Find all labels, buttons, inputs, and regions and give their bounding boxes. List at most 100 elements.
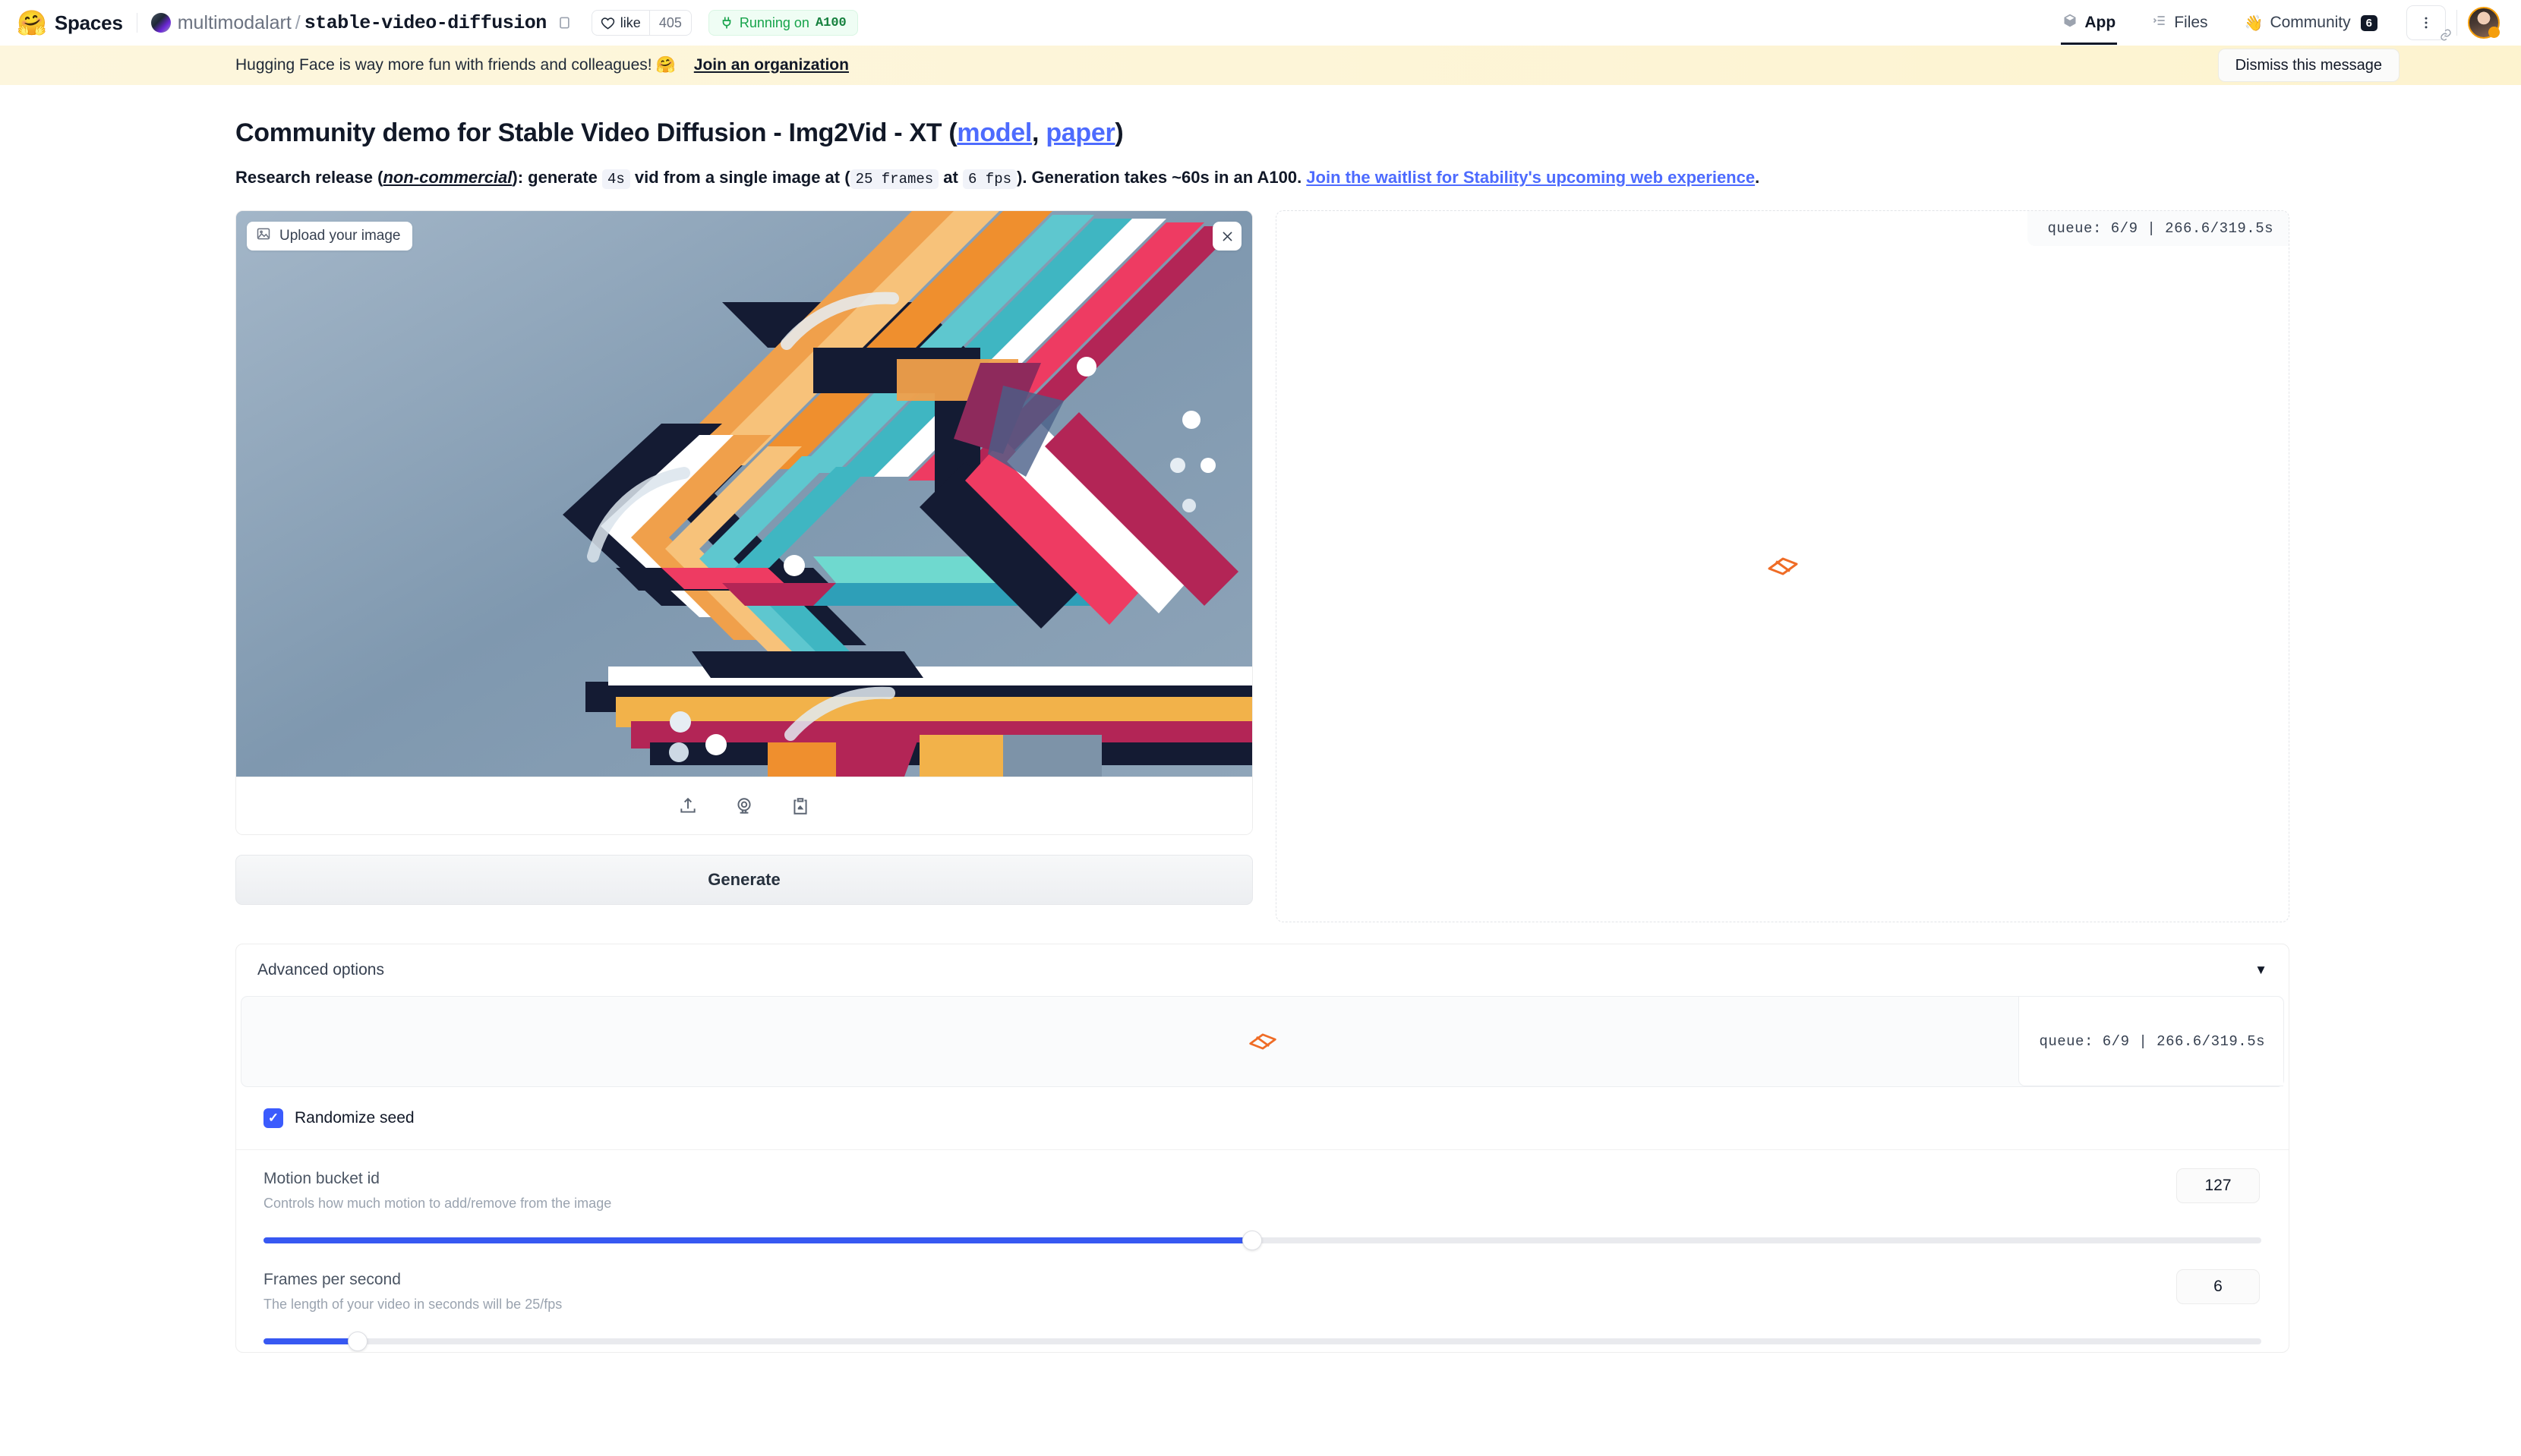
fps-chip: 6 fps: [962, 169, 1017, 189]
page-title-prefix: Community demo for Stable Video Diffusio…: [235, 118, 958, 147]
image-placeholder-icon: [256, 226, 271, 246]
like-label: like: [620, 14, 641, 30]
upload-your-image-button[interactable]: Upload your image: [247, 222, 413, 251]
tab-community-label: Community: [2270, 14, 2351, 31]
tab-app-label: App: [2084, 14, 2116, 31]
subtitle-part-4: ). Generation takes ~60s in an A100.: [1017, 168, 1307, 187]
uploaded-image: [236, 211, 1252, 777]
nav-right-group: App Files 👋 Community 6: [2044, 1, 2503, 45]
motion-bucket-slider-track[interactable]: [263, 1231, 2261, 1250]
paper-link[interactable]: paper: [1046, 118, 1115, 147]
fps-slider-knob[interactable]: [347, 1332, 368, 1351]
fps-header: Frames per second The length of your vid…: [263, 1271, 2261, 1313]
model-link[interactable]: model: [957, 118, 1032, 147]
duration-chip: 4s: [602, 169, 630, 189]
image-preview[interactable]: Upload your image: [236, 211, 1252, 777]
tab-files[interactable]: Files: [2134, 1, 2226, 45]
wave-emoji-icon: 👋: [2244, 14, 2264, 32]
like-button[interactable]: like: [592, 11, 649, 35]
waitlist-link[interactable]: Join the waitlist for Stability's upcomi…: [1306, 168, 1755, 187]
non-commercial-link[interactable]: non-commercial: [383, 168, 512, 187]
join-organization-link[interactable]: Join an organization: [694, 56, 849, 74]
randomize-seed-checkbox[interactable]: ✓: [263, 1108, 283, 1128]
org-avatar: [150, 13, 171, 33]
subtitle-part-1: Research release (: [235, 168, 383, 187]
upload-chip-label: Upload your image: [279, 228, 401, 244]
files-icon: [2152, 13, 2167, 33]
nav-separator: [2456, 10, 2457, 36]
motion-bucket-header: Motion bucket id Controls how much motio…: [263, 1170, 2261, 1212]
image-input-card: Upload your image: [235, 210, 1253, 835]
banner-message-group: Hugging Face is way more fun with friend…: [235, 56, 676, 74]
runtime-hardware: A100: [815, 15, 847, 30]
panels-row: Upload your image Generate queue: 6/9 | …: [235, 210, 2521, 922]
gradio-loading-icon: [1248, 1033, 1276, 1050]
more-options-button[interactable]: [2406, 5, 2451, 41]
avatar[interactable]: [2468, 7, 2500, 39]
tab-community[interactable]: 👋 Community 6: [2226, 1, 2396, 45]
fps-description: The length of your video in seconds will…: [263, 1297, 563, 1312]
fps-value-input[interactable]: 6: [2176, 1269, 2260, 1304]
promo-banner: Hugging Face is way more fun with friend…: [0, 46, 2521, 85]
banner-message: Hugging Face is way more fun with friend…: [235, 56, 652, 74]
fps-label: Frames per second: [263, 1271, 401, 1288]
spaces-link[interactable]: Spaces: [55, 11, 123, 35]
page-subtitle: Research release (non-commercial): gener…: [235, 168, 2521, 189]
runtime-status-badge: Running on A100: [708, 10, 858, 36]
subtitle-at: at: [939, 168, 963, 187]
upload-icon[interactable]: [678, 796, 698, 816]
advanced-options-header[interactable]: Advanced options ▼: [236, 944, 2289, 996]
advanced-queue-status: queue: 6/9 | 266.6/319.5s: [2018, 997, 2283, 1086]
community-badge: 6: [2360, 14, 2377, 31]
advanced-options-body: ✓ Randomize seed Motion bucket id Contro…: [236, 1087, 2289, 1352]
motion-bucket-description: Controls how much motion to add/remove f…: [263, 1196, 612, 1211]
chevron-down-icon[interactable]: ▼: [2254, 963, 2267, 978]
fps-slider-track[interactable]: [263, 1332, 2261, 1351]
runtime-status-prefix: Running on: [739, 14, 809, 30]
hugging-face-emoji-icon: 🤗: [17, 9, 47, 36]
advanced-status-row: queue: 6/9 | 266.6/319.5s: [241, 996, 2284, 1087]
advanced-options-label: Advanced options: [257, 961, 384, 979]
subtitle-end: .: [1755, 168, 1760, 187]
page-title: Community demo for Stable Video Diffusio…: [235, 118, 2521, 148]
loading-spinner: [1276, 211, 2289, 922]
motion-bucket-slider-fill: [263, 1237, 1253, 1243]
fps-slider-fill: [263, 1338, 358, 1344]
video-output-card: queue: 6/9 | 266.6/319.5s: [1276, 210, 2289, 922]
path-separator: /: [295, 11, 301, 33]
motion-bucket-slider-block: Motion bucket id Controls how much motio…: [236, 1150, 2289, 1251]
cube-icon: [2062, 13, 2078, 33]
paste-clipboard-icon[interactable]: [790, 796, 810, 816]
output-column: queue: 6/9 | 266.6/319.5s: [1276, 210, 2289, 922]
subtitle-part-3: vid from a single image at (: [629, 168, 850, 187]
gradio-loading-icon: [1768, 557, 1797, 575]
motion-bucket-label: Motion bucket id: [263, 1170, 380, 1187]
advanced-options-panel: Advanced options ▼ queue: 6/9 | 266.6/31…: [235, 944, 2289, 1353]
dismiss-message-button[interactable]: Dismiss this message: [2217, 49, 2400, 82]
close-icon[interactable]: [1213, 222, 1242, 251]
like-count: 405: [648, 11, 691, 35]
generate-button[interactable]: Generate: [235, 855, 1253, 905]
plug-icon: [720, 16, 734, 30]
tab-files-label: Files: [2174, 14, 2208, 31]
subtitle-part-2: ): generate: [512, 168, 602, 187]
fps-slider-block: Frames per second The length of your vid…: [236, 1251, 2289, 1352]
copy-icon[interactable]: [557, 15, 572, 30]
motion-bucket-slider-knob[interactable]: [1242, 1231, 1263, 1250]
page-title-suffix: ): [1115, 118, 1124, 147]
title-comma: ,: [1032, 118, 1046, 147]
randomize-seed-row[interactable]: ✓ Randomize seed: [236, 1087, 2289, 1150]
webcam-icon[interactable]: [734, 796, 754, 816]
org-link[interactable]: multimodalart: [178, 12, 292, 34]
page-content: Community demo for Stable Video Diffusio…: [0, 118, 2521, 1353]
link-icon: [2439, 28, 2453, 46]
repo-name[interactable]: stable-video-diffusion: [304, 12, 547, 34]
motion-bucket-value-input[interactable]: 127: [2176, 1168, 2260, 1203]
tab-app[interactable]: App: [2044, 1, 2134, 45]
image-toolbar: [236, 777, 1252, 834]
randomize-seed-label: Randomize seed: [295, 1109, 415, 1127]
like-group[interactable]: like 405: [591, 10, 692, 36]
top-navigation-bar: 🤗 Spaces multimodalart / stable-video-di…: [0, 0, 2521, 46]
input-column: Upload your image Generate: [235, 210, 1253, 922]
hugging-face-emoji-icon: 🤗: [655, 56, 676, 74]
